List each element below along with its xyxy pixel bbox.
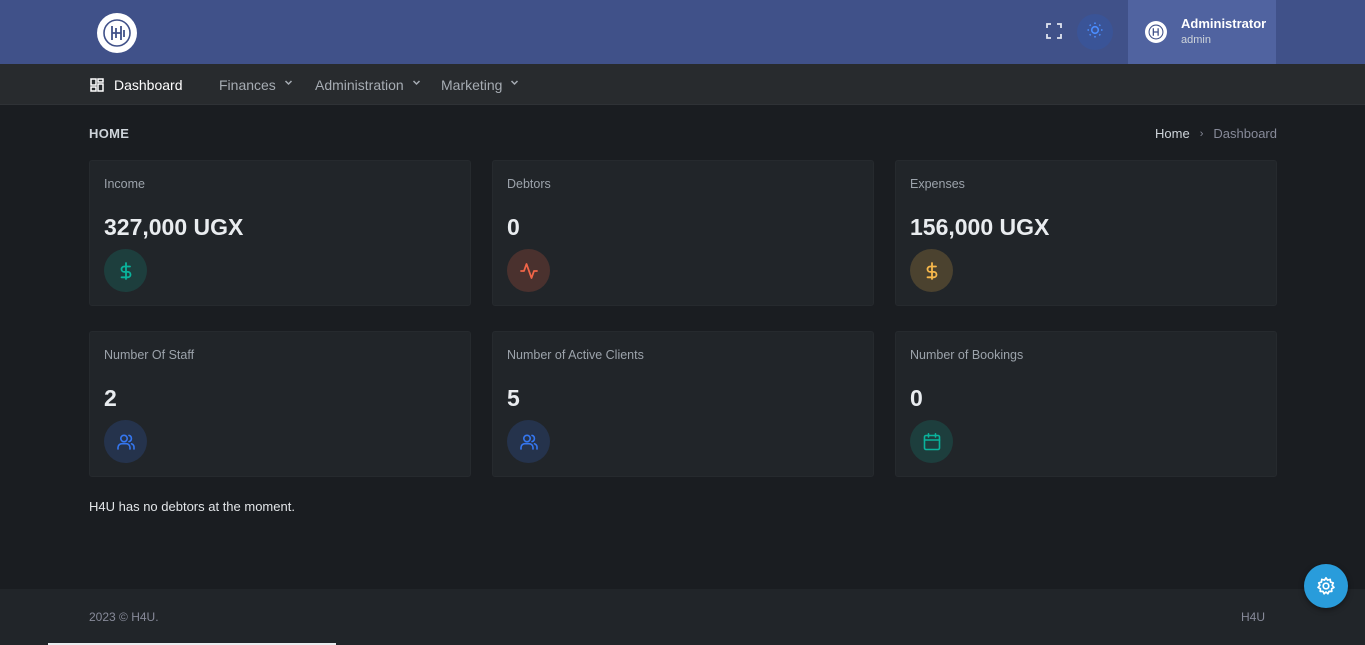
chevron-down-icon — [412, 78, 421, 90]
chevron-down-icon — [510, 78, 519, 90]
main-navbar: Dashboard Finances Administration Market… — [0, 64, 1365, 105]
card-label: Expenses — [910, 177, 965, 191]
user-name: Administrator — [1181, 16, 1267, 31]
footer-brand: H4U — [1240, 610, 1265, 624]
users-icon — [104, 420, 147, 463]
dollar-icon — [104, 249, 147, 292]
stat-card-active-clients: Number of Active Clients 5 — [492, 331, 874, 477]
topbar: Administrator admin — [0, 0, 1365, 64]
dashboard-icon — [90, 77, 104, 92]
card-label: Income — [104, 177, 145, 191]
stat-card-income: Income 327,000 UGX — [89, 160, 471, 306]
nav-label-finances: Finances — [219, 76, 276, 93]
footer: 2023 © H4U. H4U — [0, 589, 1365, 645]
stat-card-staff: Number Of Staff 2 — [89, 331, 471, 477]
avatar — [1145, 21, 1167, 43]
card-value: 0 — [507, 214, 520, 240]
calendar-icon — [910, 420, 953, 463]
breadcrumb: Home › Dashboard — [1155, 126, 1277, 141]
card-value: 327,000 UGX — [104, 214, 244, 240]
chevron-down-icon — [284, 78, 293, 90]
card-label: Number of Bookings — [910, 348, 1024, 362]
h4u-logo[interactable] — [97, 13, 137, 53]
user-role: admin — [1181, 34, 1211, 46]
page-title: HOME — [89, 126, 130, 141]
fullscreen-icon — [1045, 22, 1063, 45]
footer-copyright: 2023 © H4U. — [89, 610, 159, 624]
customizer-settings-button[interactable] — [1304, 564, 1348, 608]
stat-card-expenses: Expenses 156,000 UGX — [895, 160, 1277, 306]
nav-item-administration[interactable]: Administration — [315, 64, 421, 105]
card-value: 0 — [910, 385, 923, 411]
card-label: Number Of Staff — [104, 348, 195, 362]
breadcrumb-current: Dashboard — [1213, 126, 1277, 141]
debtors-message: H4U has no debtors at the moment. — [89, 499, 295, 514]
card-label: Number of Active Clients — [507, 348, 644, 362]
theme-toggle-button[interactable] — [1077, 14, 1113, 50]
breadcrumb-separator: › — [1199, 127, 1204, 140]
nav-item-finances[interactable]: Finances — [219, 64, 293, 105]
breadcrumb-home-link[interactable]: Home — [1155, 126, 1190, 141]
user-menu[interactable]: Administrator admin — [1128, 0, 1276, 64]
nav-label-administration: Administration — [315, 76, 404, 93]
sun-icon — [1086, 21, 1104, 44]
card-value: 2 — [104, 385, 117, 411]
stat-card-debtors: Debtors 0 — [492, 160, 874, 306]
fullscreen-button[interactable] — [1037, 16, 1071, 50]
card-value: 5 — [507, 385, 520, 411]
activity-icon — [507, 249, 550, 292]
dollar-icon — [910, 249, 953, 292]
nav-label-marketing: Marketing — [441, 76, 503, 93]
card-label: Debtors — [507, 177, 551, 191]
nav-label-dashboard: Dashboard — [114, 76, 183, 93]
users-icon — [507, 420, 550, 463]
gear-icon — [1316, 576, 1336, 596]
stat-card-bookings: Number of Bookings 0 — [895, 331, 1277, 477]
card-value: 156,000 UGX — [910, 214, 1050, 240]
nav-item-marketing[interactable]: Marketing — [441, 64, 519, 105]
nav-item-dashboard[interactable]: Dashboard — [90, 64, 183, 105]
